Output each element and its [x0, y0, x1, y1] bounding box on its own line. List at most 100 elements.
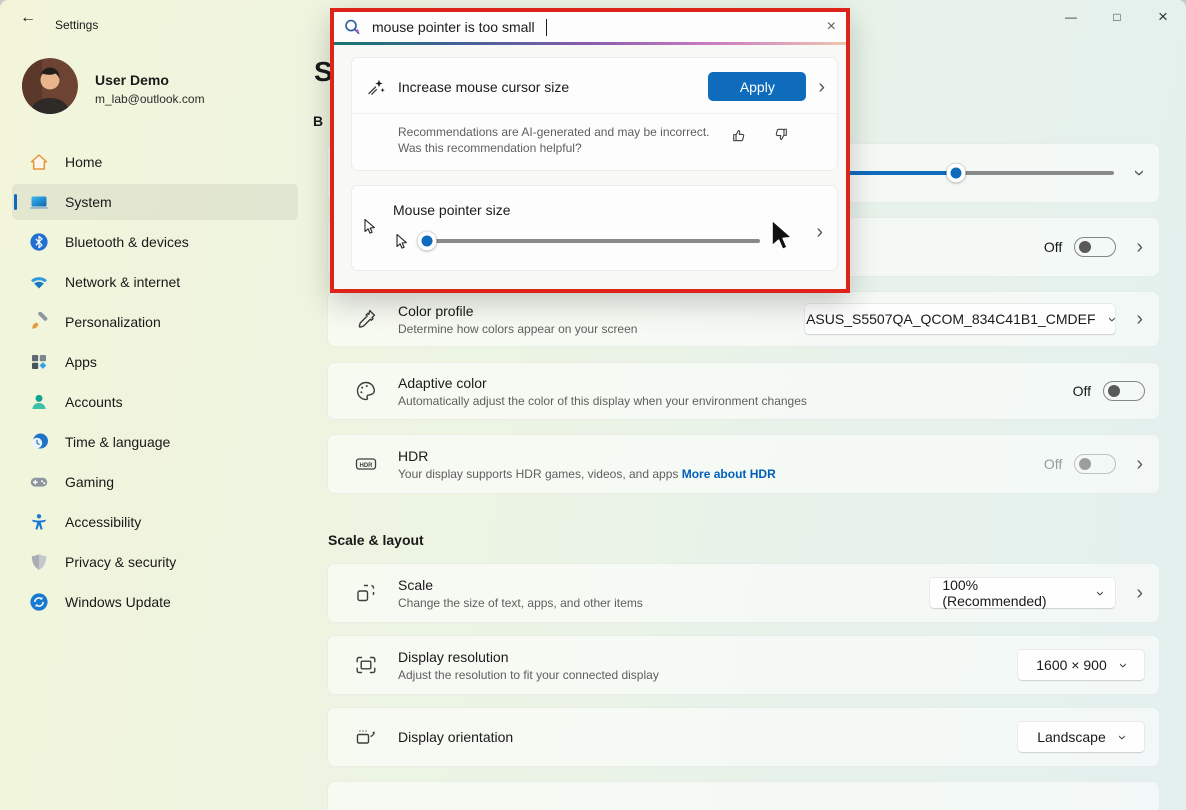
settings-window: ← Settings — □ × User Demo m_lab@outlook… — [0, 0, 1186, 810]
pointer-size-title: Mouse pointer size — [393, 202, 511, 218]
paintbrush-icon — [29, 312, 49, 332]
avatar-image — [22, 58, 78, 114]
sidebar-item-gaming[interactable]: Gaming — [12, 464, 298, 500]
toggle-state-label: Off — [1044, 456, 1062, 472]
more-about-hdr-link[interactable]: More about HDR — [682, 467, 776, 481]
clock-globe-icon — [29, 432, 49, 452]
pointer-size-slider-thumb[interactable] — [417, 232, 436, 251]
sidebar-item-accounts[interactable]: Accounts — [12, 384, 298, 420]
scale-row[interactable]: Scale Change the size of text, apps, and… — [327, 563, 1160, 623]
color-profile-row[interactable]: Color profile Determine how colors appea… — [327, 291, 1160, 347]
dropdown-value: 100% (Recommended) — [942, 577, 1084, 609]
chevron-right-icon: › — [1136, 583, 1143, 603]
accounts-icon — [29, 392, 49, 412]
multiple-displays-row[interactable]: Multiple displays — [327, 781, 1160, 810]
chevron-right-icon[interactable]: › — [818, 77, 825, 97]
scale-icon — [354, 581, 378, 605]
thumbs-up-icon[interactable] — [731, 126, 749, 144]
search-input[interactable]: mouse pointer is too small × — [334, 12, 846, 42]
hdr-toggle[interactable] — [1074, 454, 1116, 474]
pointer-size-slider[interactable] — [420, 239, 760, 243]
maximize-button[interactable]: □ — [1094, 0, 1140, 34]
chevron-right-icon: › — [1136, 454, 1143, 474]
hdr-icon: HDR — [354, 452, 378, 476]
palette-icon — [354, 379, 378, 403]
adaptive-color-toggle[interactable] — [1103, 381, 1145, 401]
sidebar-item-label: Privacy & security — [65, 554, 176, 570]
chevron-down-icon[interactable]: › — [1130, 170, 1150, 177]
search-close-icon[interactable]: × — [827, 18, 836, 36]
row-title: Display orientation — [398, 729, 1017, 745]
sidebar-item-privacy-security[interactable]: Privacy & security — [12, 544, 298, 580]
section-header-fragment: B — [313, 113, 323, 129]
adaptive-color-row[interactable]: Adaptive color Automatically adjust the … — [327, 362, 1160, 420]
close-icon: × — [1158, 7, 1168, 27]
multiple-displays-icon — [354, 806, 378, 810]
orientation-dropdown[interactable]: Landscape › — [1017, 721, 1145, 753]
color-profile-dropdown[interactable]: ASUS_S5507QA_QCOM_834C41B1_CMDEF › — [804, 303, 1116, 335]
chevron-down-icon: › — [1114, 735, 1131, 740]
row-description: Change the size of text, apps, and other… — [398, 596, 929, 610]
row-title: Adaptive color — [398, 375, 1073, 391]
apply-button[interactable]: Apply — [708, 72, 806, 101]
dropdown-value: Landscape — [1037, 729, 1106, 745]
sidebar-item-system[interactable]: System — [12, 184, 298, 220]
recommendation-card: Increase mouse cursor size Apply › Recom… — [351, 57, 838, 171]
display-orientation-row[interactable]: Display orientation Landscape › — [327, 707, 1160, 767]
row-description: Adjust the resolution to fit your connec… — [398, 668, 1017, 682]
resolution-dropdown[interactable]: 1600 × 900 › — [1017, 649, 1145, 681]
sidebar-item-label: Home — [65, 154, 102, 170]
sidebar-item-label: Windows Update — [65, 594, 171, 610]
row-title: Display resolution — [398, 649, 1017, 665]
sidebar-item-label: Network & internet — [65, 274, 180, 290]
sidebar-item-label: Accounts — [65, 394, 123, 410]
home-icon — [29, 152, 49, 172]
orientation-icon — [354, 725, 378, 749]
search-query-text: mouse pointer is too small — [372, 19, 535, 35]
window-title: Settings — [55, 18, 98, 32]
sidebar-item-label: Time & language — [65, 434, 170, 450]
minimize-button[interactable]: — — [1048, 0, 1094, 34]
thumbs-down-icon[interactable] — [771, 126, 789, 144]
sidebar-item-time-language[interactable]: Time & language — [12, 424, 298, 460]
brightness-slider-thumb[interactable] — [947, 164, 966, 183]
chevron-down-icon: › — [1092, 591, 1109, 596]
sidebar-item-label: Accessibility — [65, 514, 141, 530]
svg-text:HDR: HDR — [360, 463, 374, 469]
small-cursor-icon — [394, 233, 410, 251]
shield-icon — [29, 552, 49, 572]
sidebar-item-personalization[interactable]: Personalization — [12, 304, 298, 340]
profile-name: User Demo — [95, 72, 169, 88]
text-caret — [546, 19, 547, 36]
toggle-state-label: Off — [1044, 239, 1062, 255]
mouse-pointer-cursor — [766, 218, 798, 256]
chevron-down-icon: › — [1115, 663, 1132, 668]
chevron-down-icon: › — [1104, 317, 1121, 322]
row-title: Scale — [398, 577, 929, 593]
sidebar-item-home[interactable]: Home — [12, 144, 298, 180]
dropdown-value: 1600 × 900 — [1036, 657, 1106, 673]
scale-dropdown[interactable]: 100% (Recommended) › — [929, 577, 1116, 609]
chevron-right-icon: › — [1136, 237, 1143, 257]
small-cursor-icon — [362, 218, 378, 236]
sidebar-item-label: Gaming — [65, 474, 114, 490]
sidebar-item-windows-update[interactable]: Windows Update — [12, 584, 298, 620]
sidebar-item-bluetooth-devices[interactable]: Bluetooth & devices — [12, 224, 298, 260]
system-icon — [29, 192, 49, 212]
mouse-pointer-size-card[interactable]: Mouse pointer size › — [351, 185, 838, 271]
sidebar-item-network-internet[interactable]: Network & internet — [12, 264, 298, 300]
sidebar-item-apps[interactable]: Apps — [12, 344, 298, 380]
sidebar-item-label: Apps — [65, 354, 97, 370]
ai-disclaimer-line2: Was this recommendation helpful? — [398, 140, 710, 156]
update-icon — [29, 592, 49, 612]
hdr-row[interactable]: HDR HDR Your display supports HDR games,… — [327, 434, 1160, 494]
sidebar-item-accessibility[interactable]: Accessibility — [12, 504, 298, 540]
display-resolution-row[interactable]: Display resolution Adjust the resolution… — [327, 635, 1160, 695]
toggle-switch[interactable] — [1074, 237, 1116, 257]
avatar[interactable] — [22, 58, 78, 114]
dropdown-value: ASUS_S5507QA_QCOM_834C41B1_CMDEF — [806, 311, 1095, 327]
minimize-icon: — — [1065, 10, 1077, 24]
back-button[interactable]: ← — [12, 4, 44, 32]
close-button[interactable]: × — [1140, 0, 1186, 34]
apps-icon — [29, 352, 49, 372]
